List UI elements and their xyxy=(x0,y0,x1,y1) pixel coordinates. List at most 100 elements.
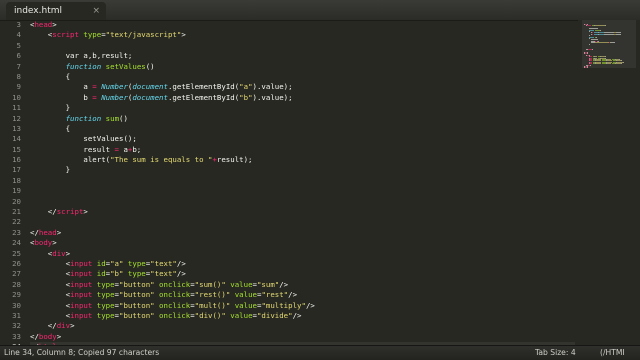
code-line[interactable]: b = Number(document.getElementById("b").… xyxy=(30,93,575,103)
minimap-stroke xyxy=(592,49,593,51)
code-line[interactable]: <input type="button" onclick="div()" val… xyxy=(30,311,575,321)
code-line[interactable]: <body> xyxy=(30,238,575,248)
line-number: 31 xyxy=(12,310,21,320)
code-token: > xyxy=(181,30,186,40)
code-line[interactable]: alert("The sum is equals to "+result); xyxy=(30,155,575,165)
code-token: onclick xyxy=(154,300,191,310)
code-line[interactable]: <head> xyxy=(30,20,575,30)
code-line[interactable]: <input type="button" onclick="rest()" va… xyxy=(30,290,575,300)
code-line[interactable] xyxy=(30,217,575,227)
code-token: value xyxy=(225,310,253,320)
code-line[interactable] xyxy=(30,186,575,196)
line-number: 16 xyxy=(12,155,21,165)
code-token: ).value); xyxy=(252,82,293,92)
code-token: () xyxy=(119,113,128,123)
line-number: 12 xyxy=(12,113,21,123)
code-token: setValues xyxy=(101,61,146,71)
line-number: 13 xyxy=(12,123,21,133)
line-number: 10 xyxy=(12,92,21,102)
code-line[interactable]: </head> xyxy=(30,228,575,238)
minimap-stroke xyxy=(596,63,601,65)
code-token: < xyxy=(30,248,53,258)
code-token: document xyxy=(132,92,168,102)
code-token: > xyxy=(83,207,88,217)
code-token: value xyxy=(230,290,257,300)
code-token: "rest()" xyxy=(194,290,231,300)
code-token: body xyxy=(38,331,57,341)
code-token: a xyxy=(119,144,128,154)
code-line[interactable]: { xyxy=(30,72,575,82)
code-token: </ xyxy=(30,321,57,331)
code-token: script xyxy=(52,30,79,40)
code-token: </ xyxy=(30,207,57,217)
code-line[interactable]: setValues(); xyxy=(30,134,575,144)
code-token: "multiply" xyxy=(261,300,306,310)
code-line[interactable]: <input id="a" type="text"/> xyxy=(30,259,575,269)
line-number: 8 xyxy=(16,71,21,81)
code-token: type xyxy=(78,30,102,40)
tab-index-html[interactable]: index.html × xyxy=(6,2,106,20)
code-token: /> xyxy=(279,279,289,289)
tab-title: index.html xyxy=(14,6,62,16)
code-token: } xyxy=(30,103,71,113)
code-area[interactable]: <head> <script type="text/javascript"> v… xyxy=(30,20,575,346)
minimap-stroke xyxy=(589,43,590,45)
code-token: div xyxy=(52,248,66,258)
close-icon[interactable]: × xyxy=(92,2,100,20)
line-number: 30 xyxy=(12,300,21,310)
code-line[interactable]: a = Number(document.getElementById("a").… xyxy=(30,82,575,92)
code-token: /> xyxy=(288,290,298,300)
code-token: input xyxy=(70,290,93,300)
code-editor[interactable]: 3 4 5 6 7 8 9 10 11 12 13 14 15 16 17 18 19 20 21 22 23 24 25 2… xyxy=(0,20,575,346)
code-token: input xyxy=(70,269,93,279)
code-line[interactable]: <input type="button" onclick="sum()" val… xyxy=(30,280,575,290)
minimap-stroke xyxy=(610,42,615,44)
minimap-stroke xyxy=(616,33,621,35)
minimap-stroke xyxy=(605,25,606,27)
tab-bar: index.html × xyxy=(0,0,640,21)
code-line[interactable]: <script type="text/javascript"> xyxy=(30,30,575,40)
code-line[interactable]: } xyxy=(30,165,575,175)
code-line[interactable]: </div> xyxy=(30,321,575,331)
syntax-selector[interactable]: (/HTMI xyxy=(600,346,625,360)
minimap[interactable] xyxy=(578,20,640,346)
code-token: setValues(); xyxy=(30,134,137,144)
code-line[interactable]: function setValues() xyxy=(30,62,575,72)
code-line[interactable]: <input id="b" type="text"/> xyxy=(30,269,575,279)
code-line[interactable]: <input type="button" onclick="mult()" va… xyxy=(30,301,575,311)
code-token: input xyxy=(70,279,93,289)
code-token: onclick xyxy=(154,290,191,300)
minimap-stroke xyxy=(589,38,590,39)
line-number: 23 xyxy=(12,227,21,237)
code-token: > xyxy=(52,238,57,248)
code-line[interactable]: result = a+b; xyxy=(30,145,575,155)
code-token: /> xyxy=(292,310,302,320)
line-number: 28 xyxy=(12,279,21,289)
code-line[interactable]: { xyxy=(30,124,575,134)
code-token: alert( xyxy=(30,155,111,165)
code-token: type xyxy=(92,279,115,289)
code-token: </ xyxy=(30,331,39,341)
code-line[interactable]: </body> xyxy=(30,332,575,342)
code-line[interactable] xyxy=(30,41,575,51)
tab-size-selector[interactable]: Tab Size: 4 xyxy=(535,346,576,360)
code-line[interactable] xyxy=(30,197,575,207)
code-line[interactable]: var a,b,result; xyxy=(30,51,575,61)
code-token: function xyxy=(65,61,102,71)
code-line[interactable]: } xyxy=(30,103,575,113)
code-token: { xyxy=(30,71,71,81)
code-token: a xyxy=(30,82,93,92)
code-token: < xyxy=(30,300,71,310)
line-number: 17 xyxy=(12,165,21,175)
minimap-stroke xyxy=(607,63,611,65)
line-number: 14 xyxy=(12,134,21,144)
code-line[interactable]: </script> xyxy=(30,207,575,217)
minimap-stroke xyxy=(595,42,609,44)
code-token: value xyxy=(225,279,253,289)
line-number: 22 xyxy=(12,217,21,227)
code-token: "button" xyxy=(119,300,155,310)
code-line[interactable]: function sum() xyxy=(30,114,575,124)
code-line[interactable] xyxy=(30,176,575,186)
code-line[interactable]: <div> xyxy=(30,249,575,259)
